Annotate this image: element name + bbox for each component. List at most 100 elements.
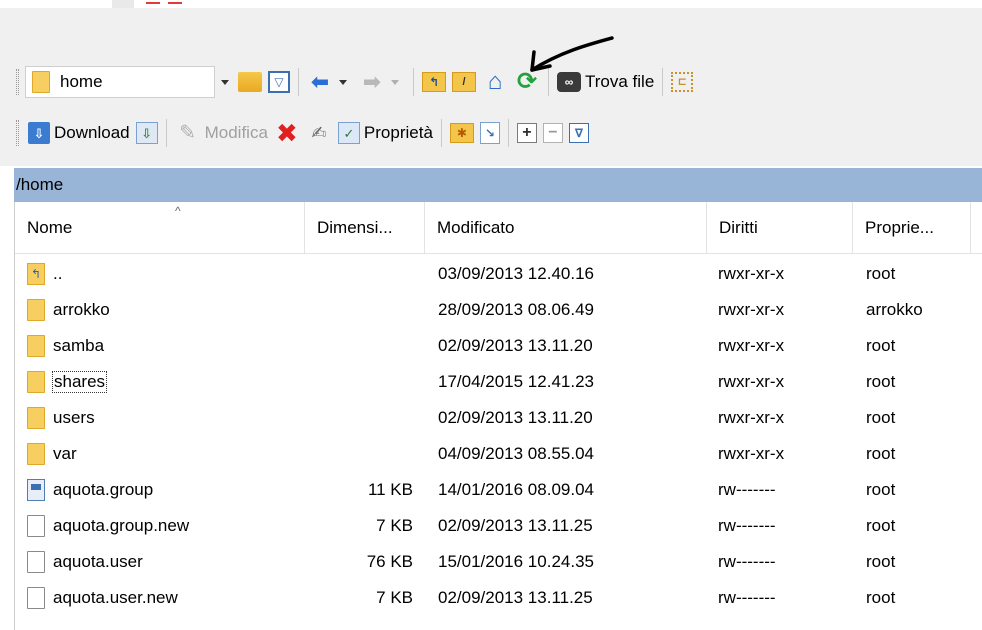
new-file-button[interactable]: ↘	[477, 117, 503, 149]
edit-label: Modifica	[204, 123, 268, 142]
column-header-size-label: Dimensi...	[317, 218, 393, 237]
cell-name[interactable]: users	[27, 400, 307, 436]
cell-name[interactable]: shares	[27, 364, 307, 400]
table-row[interactable]: aquota.group.new 7 KB 02/09/2013 13.11.25 r…	[15, 508, 982, 544]
cell-size: 7 KB	[376, 588, 413, 607]
table-row[interactable]: arrokko 28/09/2013 08.06.49 rwxr-xr-x arrok…	[15, 292, 982, 328]
folder-icon	[27, 443, 45, 465]
file-icon	[27, 515, 45, 537]
cell-size	[315, 328, 413, 364]
navigation-toolbar: home ▽ ⬅ ➡ ↰ / ⌂ ⟳ ∞ Trova file ⊏	[0, 62, 696, 102]
toolbar-separator	[298, 68, 299, 96]
file-name: samba	[53, 336, 105, 355]
table-row[interactable]: shares 17/04/2015 12.41.23 rwxr-xr-x root	[15, 364, 982, 400]
cell-modified: 02/09/2013 13.11.20	[438, 336, 593, 355]
chevron-down-icon[interactable]	[391, 79, 399, 85]
toolbar-separator	[440, 119, 442, 147]
open-directory-button[interactable]	[235, 66, 265, 98]
file-name: users	[53, 408, 95, 427]
column-header-owner[interactable]: Proprie...	[853, 202, 971, 254]
parent-directory-button[interactable]: ↰	[419, 66, 449, 98]
toolbar-separator	[165, 119, 167, 147]
cell-owner: root	[866, 408, 896, 427]
download-button[interactable]: ⇩ Download	[25, 117, 133, 149]
file-name: aquota.group	[53, 480, 154, 499]
new-folder-button[interactable]: ✱	[447, 117, 477, 149]
download-options-button[interactable]: ⇩	[133, 117, 161, 149]
path-combo[interactable]: home	[25, 66, 215, 98]
system-file-icon	[27, 479, 45, 501]
file-name: arrokko	[53, 300, 110, 319]
file-name: ..	[53, 264, 63, 283]
file-list[interactable]: Nome ^ Dimensi... Modificato Diritti Pro…	[14, 202, 982, 630]
cell-owner: root	[866, 372, 896, 391]
rename-button[interactable]: ✍	[303, 117, 335, 149]
column-header-modified[interactable]: Modificato	[425, 202, 707, 254]
current-path-bar: /home	[14, 168, 982, 202]
table-row[interactable]: aquota.user.new 7 KB 02/09/2013 13.11.25 rw…	[15, 580, 982, 616]
column-header-owner-label: Proprie...	[865, 218, 934, 237]
properties-icon: ✓	[337, 122, 360, 144]
plus-icon: +	[516, 123, 537, 143]
cell-name[interactable]: aquota.user	[27, 544, 307, 580]
file-list-header: Nome ^ Dimensi... Modificato Diritti Pro…	[15, 202, 982, 254]
path-dropdown-arrow-icon[interactable]	[221, 79, 229, 85]
cell-modified: 02/09/2013 13.11.25	[438, 588, 593, 607]
select-files-button[interactable]: +	[514, 117, 540, 149]
cell-name[interactable]: aquota.user.new	[27, 580, 307, 616]
column-header-name-label: Nome	[27, 218, 73, 237]
cell-name[interactable]: aquota.group.new	[27, 508, 307, 544]
table-row[interactable]: samba 02/09/2013 13.11.20 rwxr-xr-x root	[15, 328, 982, 364]
back-button[interactable]: ⬅	[304, 66, 356, 98]
cell-name[interactable]: aquota.group	[27, 472, 307, 508]
cell-owner: root	[866, 552, 896, 571]
cell-name[interactable]: samba	[27, 328, 307, 364]
root-directory-button[interactable]: /	[449, 66, 479, 98]
cell-owner: arrokko	[866, 300, 923, 319]
back-arrow-icon: ⬅	[310, 69, 330, 94]
toolbar-grip[interactable]	[16, 120, 19, 146]
parent-folder-icon: ↰	[27, 263, 45, 285]
cell-name[interactable]: ↰..	[27, 256, 307, 292]
cell-rights: rwxr-xr-x	[718, 372, 785, 391]
cell-modified: 15/01/2016 10.24.35	[438, 552, 594, 571]
table-row[interactable]: var 04/09/2013 08.55.04 rwxr-xr-x root	[15, 436, 982, 472]
cell-name[interactable]: var	[27, 436, 307, 472]
forward-button[interactable]: ➡	[356, 66, 408, 98]
sort-ascending-icon: ^	[175, 204, 181, 218]
refresh-icon: ⟳	[516, 68, 538, 95]
download-label: Download	[54, 123, 130, 142]
cell-rights: rwxr-xr-x	[718, 444, 785, 463]
find-files-button[interactable]: ∞ Trova file	[554, 66, 657, 98]
cell-size	[315, 400, 413, 436]
delete-button[interactable]: ✖	[271, 117, 303, 149]
home-directory-button[interactable]: ⌂	[479, 66, 511, 98]
cell-name[interactable]: arrokko	[27, 292, 307, 328]
table-row[interactable]: aquota.group 11 KB 14/01/2016 08.09.04 rw--…	[15, 472, 982, 508]
column-header-rights[interactable]: Diritti	[707, 202, 853, 254]
table-row[interactable]: aquota.user 76 KB 15/01/2016 10.24.35 rw---…	[15, 544, 982, 580]
folder-icon	[27, 407, 45, 429]
file-actions-toolbar: ⇩ Download ⇩ ✎ Modifica ✖ ✍ ✓ Proprietà …	[0, 113, 592, 153]
edit-button[interactable]: ✎ Modifica	[172, 117, 271, 149]
filter-mask-button[interactable]: ∇	[566, 117, 592, 149]
column-header-name[interactable]: Nome ^	[15, 202, 305, 254]
rename-icon: ✍	[311, 123, 327, 143]
cell-modified: 14/01/2016 08.09.04	[438, 480, 594, 499]
file-name: aquota.group.new	[53, 516, 190, 535]
unselect-files-button[interactable]: −	[540, 117, 566, 149]
toolbar-separator	[548, 68, 549, 96]
chevron-down-icon[interactable]	[339, 79, 347, 85]
column-header-size[interactable]: Dimensi...	[305, 202, 425, 254]
table-row[interactable]: users 02/09/2013 13.11.20 rwxr-xr-x root	[15, 400, 982, 436]
minus-icon: −	[542, 123, 563, 143]
refresh-button[interactable]: ⟳	[511, 66, 543, 98]
new-folder-icon: ✱	[449, 123, 474, 143]
tree-view-button[interactable]: ⊏	[668, 66, 696, 98]
filter-button[interactable]: ▽	[265, 66, 293, 98]
parent-folder-icon: ↰	[422, 72, 446, 92]
table-row[interactable]: ↰.. 03/09/2013 12.40.16 rwxr-xr-x root	[15, 256, 982, 292]
toolbar-grip[interactable]	[16, 69, 19, 95]
properties-button[interactable]: ✓ Proprietà	[335, 117, 436, 149]
cell-size	[315, 292, 413, 328]
